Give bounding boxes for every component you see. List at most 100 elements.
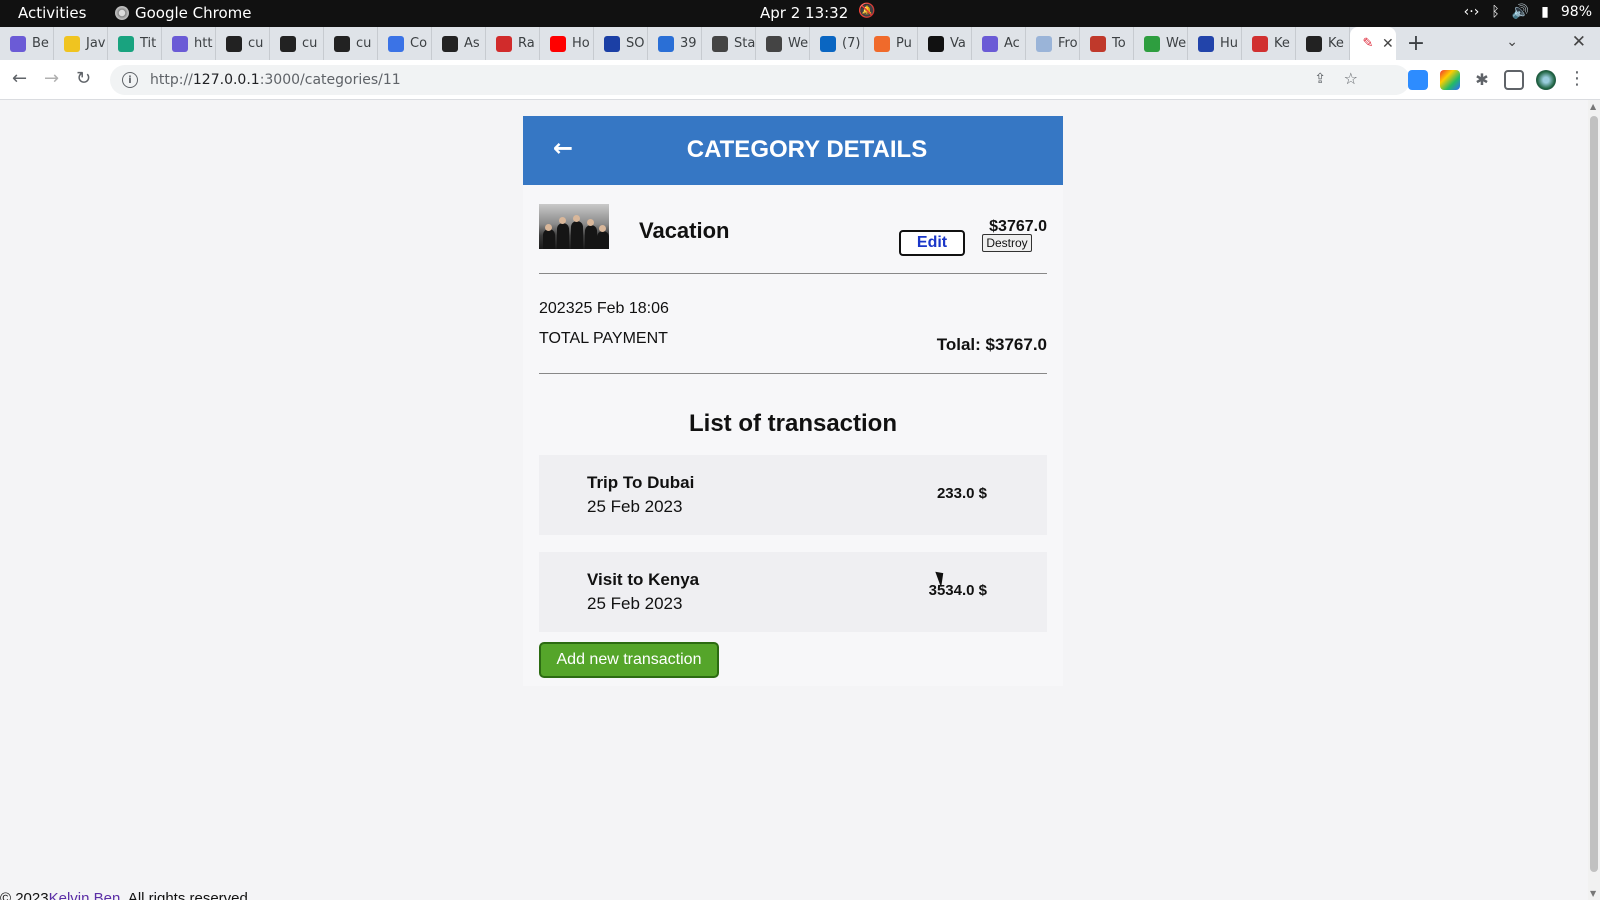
side-panel-icon[interactable]	[1504, 70, 1524, 90]
tab-20[interactable]: To	[1080, 27, 1134, 60]
extension-color-icon[interactable]	[1440, 70, 1460, 90]
site-info-icon[interactable]: i	[122, 72, 138, 88]
tab-favicon-orange-icon	[874, 35, 890, 52]
close-tab-icon[interactable]: ✕	[1382, 36, 1394, 52]
tab-label: To	[1112, 36, 1126, 51]
tab-label: Fro	[1058, 36, 1078, 51]
tab-favicon-green-icon	[1144, 35, 1160, 52]
url-scheme: http://	[150, 72, 193, 88]
tab-active[interactable]: ✎ ✕	[1350, 27, 1396, 60]
tab-label: We	[788, 36, 809, 51]
tab-search-icon[interactable]: ⌄	[1506, 34, 1518, 50]
tab-label: Jav	[86, 36, 106, 51]
notifications-muted-icon: 🔕	[858, 3, 876, 19]
tab-16[interactable]: Pu	[864, 27, 918, 60]
tab-label: As	[464, 36, 480, 51]
tab-label: Ke	[1274, 36, 1290, 51]
extension-icon[interactable]	[1408, 70, 1428, 90]
tab-6[interactable]: cu	[324, 27, 378, 60]
transaction-name: Trip To Dubai	[587, 473, 695, 492]
destroy-button[interactable]: Destroy	[982, 234, 1032, 252]
tab-14[interactable]: We	[756, 27, 810, 60]
tab-24[interactable]: Ke	[1296, 27, 1350, 60]
tab-12[interactable]: 39	[648, 27, 702, 60]
tab-13[interactable]: Sta	[702, 27, 756, 60]
tab-favicon-red-icon	[496, 35, 512, 52]
tab-4[interactable]: cu	[216, 27, 270, 60]
tab-21[interactable]: We	[1134, 27, 1188, 60]
tab-favicon-blue-icon	[658, 35, 674, 52]
tab-11[interactable]: SO	[594, 27, 648, 60]
tab-favicon-github-icon	[280, 35, 296, 52]
app-menu[interactable]: Google Chrome	[115, 4, 252, 22]
tab-label: (7)	[842, 36, 861, 51]
chrome-menu-icon[interactable]: ⋮	[1568, 68, 1586, 89]
tab-favicon-red-icon	[1252, 35, 1268, 52]
tab-9[interactable]: Ra	[486, 27, 540, 60]
tab-17[interactable]: Va	[918, 27, 972, 60]
window-close-icon[interactable]: ✕	[1572, 32, 1586, 52]
add-transaction-button[interactable]: Add new transaction	[539, 642, 719, 678]
tab-22[interactable]: Hu	[1188, 27, 1242, 60]
tab-favicon-chatgpt-icon	[118, 35, 134, 52]
tab-10[interactable]: Ho	[540, 27, 594, 60]
tab-favicon-card-icon	[982, 35, 998, 52]
tab-favicon-notion-icon	[604, 35, 620, 52]
footer-copyright: © 2023	[0, 890, 49, 900]
reload-icon[interactable]: ↻	[76, 68, 91, 89]
back-nav-icon[interactable]: ←	[12, 68, 27, 89]
scroll-down-icon[interactable]: ▼	[1590, 889, 1596, 898]
tab-7[interactable]: Co	[378, 27, 432, 60]
transaction-amount: 3534.0 $	[928, 582, 987, 599]
volume-icon: 🔊	[1511, 4, 1530, 20]
tab-favicon-wiki-icon	[712, 35, 728, 52]
tab-favicon-multi-icon	[1198, 35, 1214, 52]
tab-favicon-docs-icon	[388, 35, 404, 52]
address-bar[interactable]: i http://127.0.0.1:3000/categories/11 ⇪ …	[110, 65, 1410, 95]
tab-favicon-github-icon	[1306, 35, 1322, 52]
tab-5[interactable]: cu	[270, 27, 324, 60]
transaction-item[interactable]: Trip To Dubai 25 Feb 2023 233.0 $	[539, 455, 1047, 535]
bookmark-star-icon[interactable]: ☆	[1344, 69, 1358, 88]
tab-label: Ho	[572, 36, 590, 51]
tab-23[interactable]: Ke	[1242, 27, 1296, 60]
tab-8[interactable]: As	[432, 27, 486, 60]
tab-19[interactable]: Fro	[1026, 27, 1080, 60]
battery-level: 98%	[1560, 4, 1592, 20]
tab-label: Ra	[518, 36, 535, 51]
share-icon[interactable]: ⇪	[1314, 71, 1326, 87]
clock[interactable]: Apr 2 13:32	[760, 4, 848, 22]
page-scrollbar[interactable]: ▲ ▼	[1588, 100, 1600, 900]
tab-1[interactable]: Jav	[54, 27, 108, 60]
transaction-item[interactable]: Visit to Kenya 25 Feb 2023 3534.0 $	[539, 552, 1047, 632]
category-image	[539, 204, 609, 249]
scrollbar-thumb[interactable]	[1590, 116, 1598, 872]
tab-15[interactable]: (7)	[810, 27, 864, 60]
forward-nav-icon[interactable]: →	[44, 68, 59, 89]
footer-author-link[interactable]: Kelvin Ben	[49, 890, 121, 900]
activities-button[interactable]: Activities	[18, 4, 86, 22]
tab-label: 39	[680, 36, 697, 51]
tab-0[interactable]: Be	[0, 27, 54, 60]
tab-18[interactable]: Ac	[972, 27, 1026, 60]
edit-button[interactable]: Edit	[899, 230, 965, 256]
app-name: Google Chrome	[135, 4, 252, 22]
profile-avatar[interactable]	[1536, 70, 1556, 90]
tab-label: We	[1166, 36, 1187, 51]
extensions-puzzle-icon[interactable]: ✱	[1472, 70, 1492, 90]
tab-2[interactable]: Tit	[108, 27, 162, 60]
category-name: Vacation	[639, 218, 730, 243]
system-tray[interactable]: ‹·› ᛒ 🔊 ▮ 98%	[1464, 4, 1592, 20]
new-tab-button[interactable]: +	[1396, 31, 1436, 56]
tab-favicon-purple-icon	[10, 35, 26, 52]
system-top-bar: Activities Google Chrome Apr 2 13:32 🔕 ‹…	[0, 0, 1600, 27]
scroll-up-icon[interactable]: ▲	[1590, 102, 1596, 111]
tab-favicon-github-icon	[442, 35, 458, 52]
tab-label: cu	[248, 36, 264, 51]
tab-3[interactable]: htt	[162, 27, 216, 60]
bluetooth-icon: ᛒ	[1491, 4, 1500, 20]
tab-favicon-github-icon	[334, 35, 350, 52]
total-payment-value: Tolal: $3767.0	[936, 335, 1047, 354]
tab-favicon-wiki-icon	[766, 35, 782, 52]
network-icon: ‹·›	[1463, 4, 1480, 20]
